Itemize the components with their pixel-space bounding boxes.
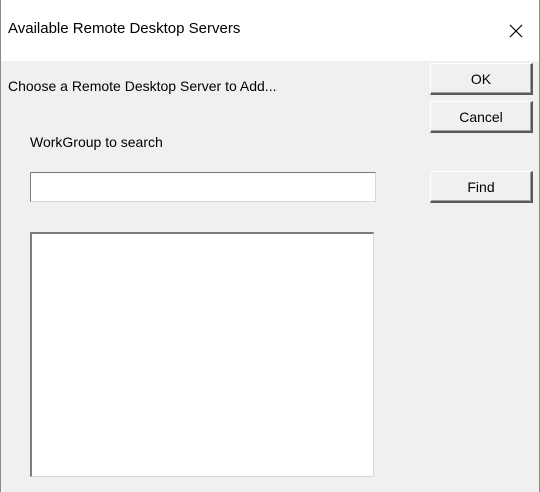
window-title: Available Remote Desktop Servers	[8, 20, 241, 37]
workgroup-label: WorkGroup to search	[30, 134, 163, 150]
dialog-window: Available Remote Desktop Servers Choose …	[0, 0, 540, 492]
dialog-body: Choose a Remote Desktop Server to Add...…	[1, 61, 539, 492]
close-button[interactable]	[493, 14, 539, 48]
server-listbox[interactable]	[30, 232, 374, 477]
title-bar[interactable]: Available Remote Desktop Servers	[1, 0, 539, 61]
ok-button[interactable]: OK	[430, 63, 533, 95]
prompt-label: Choose a Remote Desktop Server to Add...	[8, 78, 277, 94]
cancel-button[interactable]: Cancel	[430, 101, 533, 133]
find-button[interactable]: Find	[430, 171, 533, 203]
workgroup-input[interactable]	[30, 172, 376, 202]
close-icon	[509, 24, 523, 38]
